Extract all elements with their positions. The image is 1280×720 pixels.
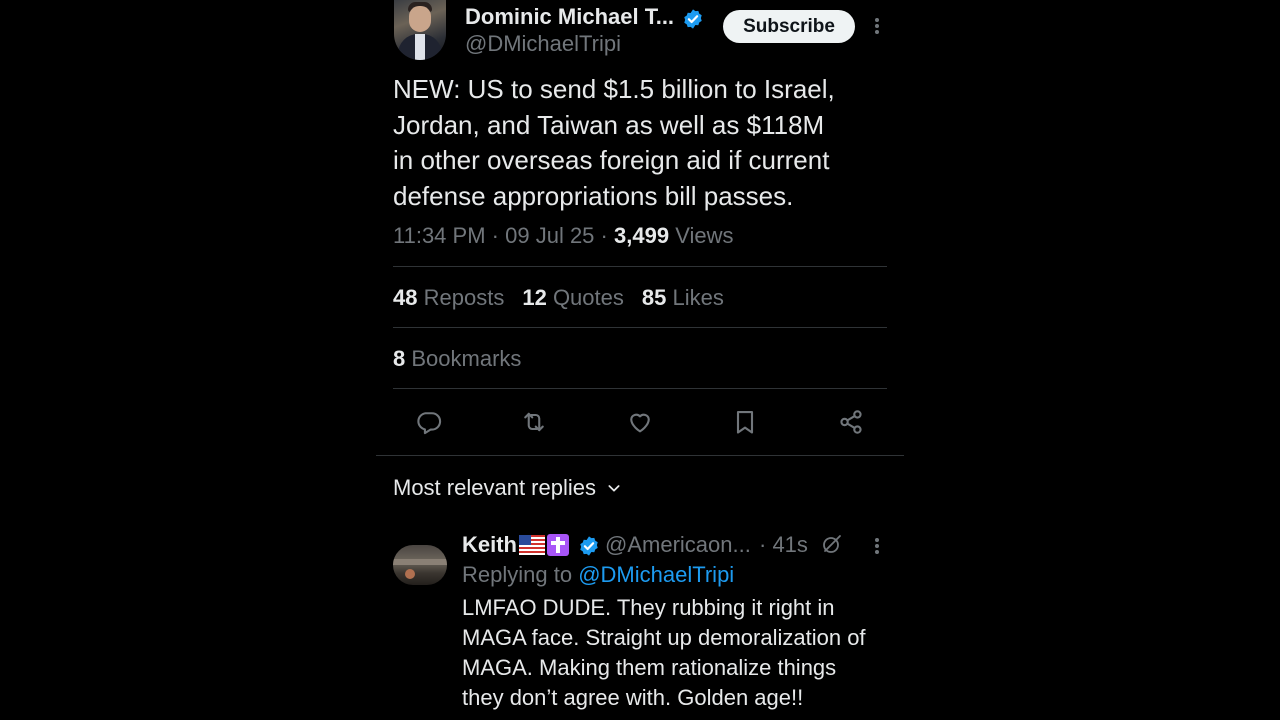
- more-options-icon[interactable]: [873, 18, 881, 34]
- reply-more-options-icon[interactable]: [873, 538, 881, 554]
- us-flag-icon: [519, 535, 545, 555]
- tweet-time[interactable]: 11:34 PM: [393, 223, 486, 248]
- bookmark-icon[interactable]: [730, 407, 760, 437]
- chevron-down-icon: [608, 485, 620, 492]
- author-name[interactable]: Dominic Michael T...: [465, 4, 674, 30]
- tweet-text: NEW: US to send $1.5 billion to Israel, …: [393, 74, 835, 211]
- replying-to-link[interactable]: @DMichaelTripi: [578, 562, 734, 587]
- reply-avatar[interactable]: [393, 545, 447, 585]
- tweet-meta: 11:34 PM · 09 Jul 25 · 3,499 Views: [393, 223, 734, 248]
- reply-author-name[interactable]: Keith: [462, 532, 569, 558]
- engagement-stats: 48 Reposts 12 Quotes 85 Likes: [393, 285, 724, 311]
- repost-icon[interactable]: [519, 407, 549, 437]
- replies-sort-dropdown[interactable]: Most relevant replies: [393, 475, 622, 501]
- divider: [393, 266, 887, 267]
- tweet-panel: Dominic Michael T... @DMichaelTripi Subs…: [376, 0, 904, 720]
- bookmarks-stat[interactable]: 8 Bookmarks: [393, 346, 521, 372]
- likes-stat[interactable]: 85 Likes: [642, 285, 724, 311]
- views-count: 3,499: [614, 223, 670, 248]
- reply-text: LMFAO DUDE. They rubbing it right in MAG…: [462, 595, 866, 710]
- grok-icon[interactable]: [820, 532, 844, 556]
- divider: [393, 388, 887, 389]
- replying-to: Replying to @DMichaelTripi: [462, 562, 735, 587]
- author-avatar[interactable]: [394, 0, 446, 60]
- reply-time[interactable]: · 41s: [759, 532, 808, 558]
- reply-icon[interactable]: [414, 407, 444, 437]
- subscribe-button[interactable]: Subscribe: [723, 10, 855, 43]
- bookmarks-row: 8 Bookmarks: [393, 346, 521, 372]
- replies-sort-label: Most relevant replies: [393, 475, 596, 500]
- verified-badge-icon: [580, 536, 598, 556]
- like-icon[interactable]: [625, 407, 655, 437]
- tweet-date[interactable]: 09 Jul 25: [505, 223, 594, 248]
- reposts-stat[interactable]: 48 Reposts: [393, 285, 504, 311]
- views-label: Views: [675, 223, 734, 248]
- quotes-stat[interactable]: 12 Quotes: [522, 285, 624, 311]
- divider: [393, 327, 887, 328]
- verified-badge-icon: [684, 9, 702, 29]
- author-handle[interactable]: @DMichaelTripi: [465, 31, 621, 57]
- reply-author-handle[interactable]: @Americaon...: [605, 532, 751, 558]
- section-divider: [376, 455, 904, 456]
- share-icon[interactable]: [836, 407, 866, 437]
- cross-icon: [547, 534, 569, 556]
